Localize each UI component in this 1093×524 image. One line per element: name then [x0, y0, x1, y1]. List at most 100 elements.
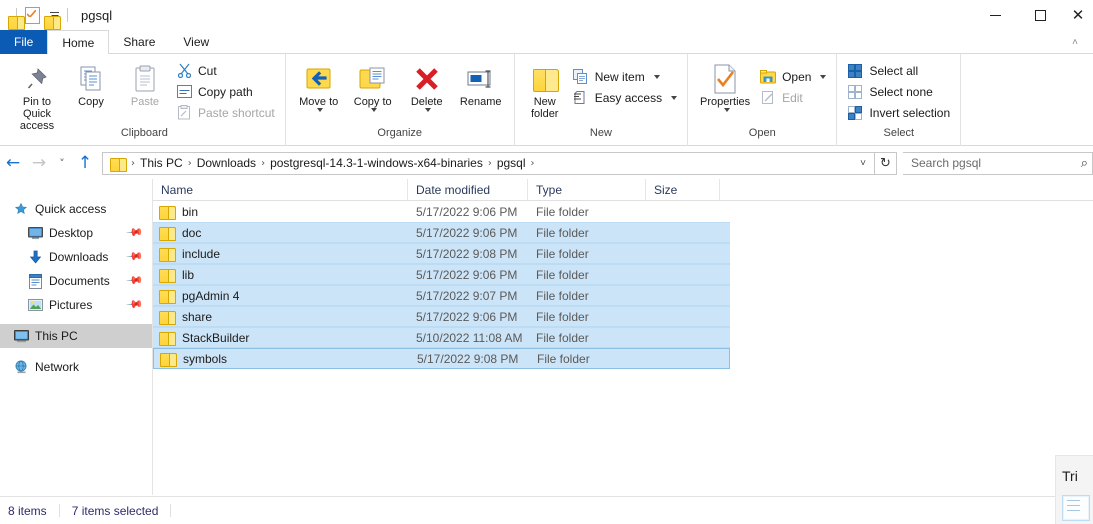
pin-icon[interactable]: 📌 [126, 271, 145, 290]
maximize-button[interactable] [1018, 0, 1063, 30]
breadcrumb-dropdown-icon[interactable]: ˅ [854, 158, 872, 169]
copy-to-button[interactable]: Copy to [346, 58, 400, 112]
back-button[interactable]: ← [0, 150, 26, 176]
network-icon [12, 360, 30, 374]
table-row[interactable]: StackBuilder 5/10/2022 11:08 AM File fol… [153, 327, 730, 348]
sidebar-item-this-pc[interactable]: This PC [0, 324, 152, 348]
edit-button[interactable]: Edit [756, 87, 830, 108]
file-name-label: symbols [183, 352, 227, 366]
paste-shortcut-button[interactable]: Paste shortcut [172, 102, 279, 123]
corner-panel[interactable]: Tri [1055, 455, 1093, 524]
properties-icon[interactable] [25, 7, 39, 23]
corner-panel-label: Tri [1062, 468, 1078, 484]
column-header-size[interactable]: Size [646, 179, 720, 201]
table-row[interactable]: bin 5/17/2022 9:06 PM File folder [153, 201, 730, 222]
tab-home[interactable]: Home [47, 30, 109, 55]
select-all-button[interactable]: Select all [843, 60, 954, 81]
chevron-down-icon[interactable] [724, 108, 730, 112]
cell-size [646, 285, 720, 306]
ribbon-group-organize: Move to Copy to [286, 54, 515, 146]
corner-panel-thumbnail[interactable] [1062, 495, 1090, 521]
table-row[interactable]: pgAdmin 4 5/17/2022 9:07 PM File folder [153, 285, 730, 306]
sidebar-item-pictures[interactable]: Pictures 📌 [0, 293, 152, 317]
refresh-button[interactable]: ↻ [875, 152, 897, 175]
folder-icon [159, 310, 175, 323]
column-header-type[interactable]: Type [528, 179, 646, 201]
breadcrumb-item-downloads[interactable]: Downloads [193, 156, 260, 170]
chevron-down-icon[interactable] [425, 108, 431, 112]
minimize-button[interactable] [973, 0, 1018, 30]
explorer-content: Quick access Desktop 📌 [0, 179, 1093, 495]
cell-size [646, 327, 720, 348]
sidebar-item-desktop[interactable]: Desktop 📌 [0, 221, 152, 245]
chevron-down-icon[interactable] [820, 75, 826, 79]
forward-button[interactable]: → [26, 150, 52, 176]
copy-path-button[interactable]: Copy path [172, 81, 279, 102]
new-item-button[interactable]: New item [569, 66, 681, 87]
recent-locations-button[interactable]: ˅ [52, 150, 72, 176]
list-lines-icon [1067, 500, 1080, 515]
close-icon: ✕ [1072, 8, 1085, 23]
cut-button[interactable]: Cut [172, 60, 279, 81]
table-row[interactable]: doc 5/17/2022 9:06 PM File folder [153, 222, 730, 243]
chevron-down-icon[interactable] [317, 108, 323, 112]
chevron-down-icon[interactable] [371, 108, 377, 112]
search-icon[interactable]: ⌕ [1081, 156, 1088, 171]
invert-selection-icon [847, 105, 863, 121]
cell-type: File folder [529, 348, 647, 369]
tab-view[interactable]: View [169, 30, 223, 54]
column-header-date-modified[interactable]: Date modified [408, 179, 528, 201]
collapse-ribbon-button[interactable]: ˄ [1065, 32, 1085, 52]
rename-button[interactable]: Rename [454, 58, 508, 108]
delete-button[interactable]: Delete [400, 58, 454, 112]
table-row[interactable]: symbols 5/17/2022 9:08 PM File folder [153, 348, 730, 369]
chevron-down-icon[interactable] [654, 75, 660, 79]
open-small-buttons: Open Edit [756, 58, 830, 108]
pin-to-quick-access-button[interactable]: Pin to Quick access [10, 58, 64, 132]
folder-icon [159, 268, 175, 281]
cell-size [646, 264, 720, 285]
cell-type: File folder [528, 201, 646, 222]
chevron-down-icon[interactable] [671, 96, 677, 100]
breadcrumb-item-postgresql[interactable]: postgresql-14.3-1-windows-x64-binaries [266, 156, 487, 170]
ribbon-group-spacer [961, 54, 1093, 146]
sidebar-item-quick-access[interactable]: Quick access [0, 197, 152, 221]
select-none-button[interactable]: Select none [843, 81, 954, 102]
search-input[interactable]: Search pgsql ⌕ [903, 152, 1093, 175]
copy-path-label: Copy path [198, 85, 253, 99]
new-folder-button[interactable]: New folder [521, 58, 569, 120]
file-name-label: bin [182, 205, 198, 219]
new-small-buttons: New item Easy access [569, 58, 681, 108]
sidebar-item-network[interactable]: Network [0, 355, 152, 379]
table-row[interactable]: include 5/17/2022 9:08 PM File folder [153, 243, 730, 264]
column-header-name[interactable]: Name [153, 179, 408, 201]
breadcrumb-item-this-pc[interactable]: This PC [136, 156, 187, 170]
tab-share[interactable]: Share [109, 30, 169, 54]
tab-file[interactable]: File [0, 30, 47, 54]
copy-icon [77, 62, 105, 96]
table-row[interactable]: share 5/17/2022 9:06 PM File folder [153, 306, 730, 327]
copy-button[interactable]: Copy [64, 58, 118, 108]
table-row[interactable]: lib 5/17/2022 9:06 PM File folder [153, 264, 730, 285]
up-button[interactable]: ↑ [72, 150, 98, 176]
move-to-button[interactable]: Move to [292, 58, 346, 112]
cell-name: include [153, 243, 408, 264]
breadcrumb-item-pgsql[interactable]: pgsql [493, 156, 530, 170]
open-button[interactable]: Open [756, 66, 830, 87]
nav-spacer [0, 317, 152, 324]
pin-icon[interactable]: 📌 [126, 223, 145, 242]
close-button[interactable]: ✕ [1063, 0, 1093, 30]
invert-selection-button[interactable]: Invert selection [843, 102, 954, 123]
status-divider [59, 504, 60, 517]
sidebar-item-downloads[interactable]: Downloads 📌 [0, 245, 152, 269]
easy-access-button[interactable]: Easy access [569, 87, 681, 108]
sidebar-item-documents[interactable]: Documents 📌 [0, 269, 152, 293]
paste-button[interactable]: Paste [118, 58, 172, 108]
breadcrumb[interactable]: › This PC › Downloads › postgresql-14.3-… [102, 152, 875, 175]
pin-icon[interactable]: 📌 [126, 247, 145, 266]
cell-size [647, 348, 721, 369]
pin-icon[interactable]: 📌 [126, 295, 145, 314]
sidebar-item-label: Downloads [49, 250, 108, 264]
ribbon: Pin to Quick access Copy [0, 54, 1093, 146]
properties-button[interactable]: Properties [694, 58, 756, 112]
